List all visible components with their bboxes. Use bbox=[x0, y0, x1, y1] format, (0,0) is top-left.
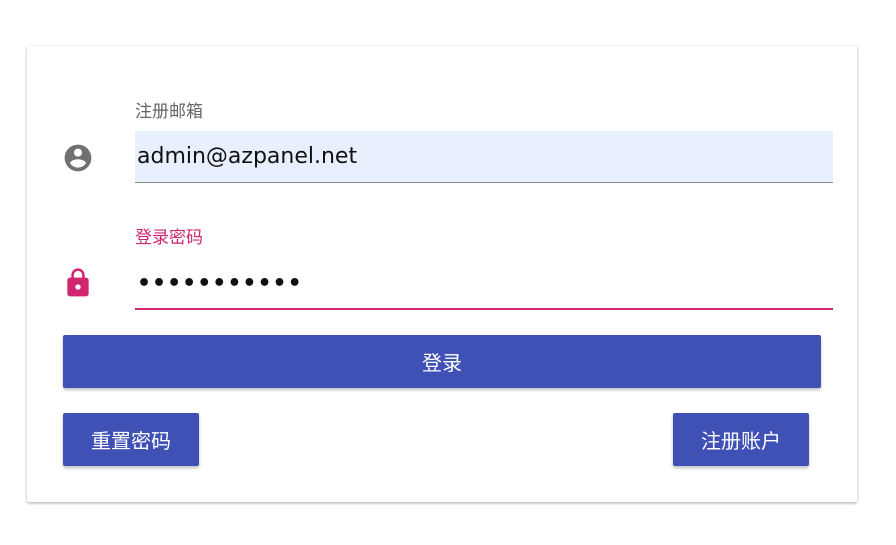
password-input[interactable] bbox=[135, 258, 833, 310]
password-label: 登录密码 bbox=[135, 228, 203, 248]
login-card: 注册邮箱 登录密码 登录 重置密码 注册账户 bbox=[27, 46, 857, 502]
register-account-button[interactable]: 注册账户 bbox=[673, 413, 809, 466]
account-circle-icon bbox=[62, 142, 94, 174]
login-button[interactable]: 登录 bbox=[63, 335, 821, 388]
lock-icon bbox=[62, 267, 94, 299]
email-input[interactable] bbox=[135, 131, 833, 183]
email-label: 注册邮箱 bbox=[135, 102, 203, 122]
reset-password-button[interactable]: 重置密码 bbox=[63, 413, 199, 466]
